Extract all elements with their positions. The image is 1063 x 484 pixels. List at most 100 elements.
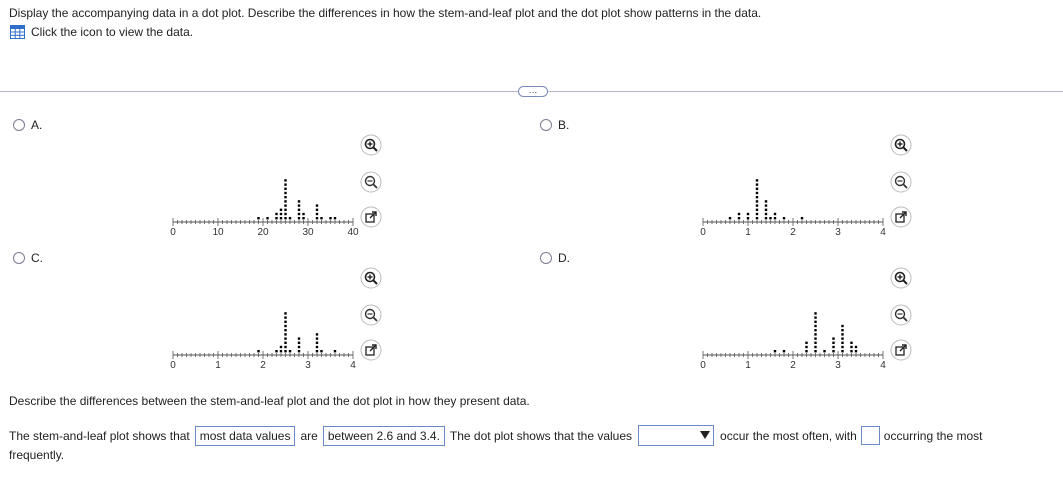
data-dot	[814, 337, 817, 340]
data-dot	[284, 217, 287, 220]
data-dot	[850, 345, 853, 349]
data-dot	[320, 350, 323, 353]
tick-label: 0	[170, 360, 176, 371]
data-dot	[284, 329, 287, 332]
data-dot	[315, 204, 319, 207]
option-a-label: A.	[31, 118, 43, 132]
data-table-icon[interactable]	[10, 25, 25, 39]
answer-part-2: are	[300, 428, 318, 443]
data-dot	[279, 345, 283, 349]
chevron-down-icon[interactable]	[700, 431, 711, 439]
data-dot	[814, 341, 817, 344]
option-d[interactable]: D.	[540, 251, 570, 265]
data-dot	[755, 217, 759, 220]
zoom-in-icon[interactable]	[890, 267, 912, 289]
data-dot	[764, 208, 768, 211]
data-dot	[755, 200, 759, 203]
data-dot	[746, 217, 750, 220]
data-dot	[288, 350, 292, 353]
tick-label: 3	[835, 227, 841, 238]
tick-label: 4	[880, 227, 886, 238]
tick-label: 10	[212, 227, 224, 238]
data-dot	[823, 350, 826, 353]
values-dropdown[interactable]	[638, 425, 715, 446]
radio-option-c[interactable]	[13, 252, 25, 264]
zoom-out-icon[interactable]	[890, 171, 912, 193]
data-dot	[284, 316, 287, 319]
data-dot	[814, 316, 817, 319]
data-dot	[284, 212, 287, 216]
data-dot	[832, 345, 835, 349]
open-external-icon[interactable]	[360, 339, 382, 361]
data-dot	[302, 212, 305, 216]
data-dot	[755, 212, 759, 216]
data-dot	[841, 341, 844, 344]
option-b[interactable]: B.	[540, 118, 569, 132]
zoom-out-icon[interactable]	[360, 304, 382, 326]
data-dot	[814, 320, 817, 323]
option-c[interactable]: C.	[13, 251, 43, 265]
answer-box-2[interactable]: between 2.6 and 3.4.	[322, 425, 445, 446]
data-dot	[841, 337, 844, 340]
zoom-out-icon[interactable]	[890, 304, 912, 326]
data-dot	[814, 312, 817, 315]
question-text: Display the accompanying data in a dot p…	[9, 6, 762, 20]
radio-option-b[interactable]	[540, 119, 552, 131]
tick-label: 0	[170, 227, 176, 238]
data-dot	[284, 183, 287, 186]
data-dot	[275, 217, 278, 220]
view-data-label[interactable]: Click the icon to view the data.	[31, 25, 193, 39]
data-dot	[814, 345, 817, 349]
more-button[interactable]: …	[518, 86, 548, 97]
radio-option-d[interactable]	[540, 252, 552, 264]
answer-box-1[interactable]: most data values	[194, 425, 296, 446]
data-dot	[297, 341, 301, 344]
view-data-link[interactable]: Click the icon to view the data.	[10, 25, 193, 39]
data-dot	[814, 333, 817, 336]
tick-label: 20	[257, 227, 269, 238]
data-dot	[315, 208, 319, 211]
tick-label: 0	[700, 360, 706, 371]
data-dot	[284, 196, 287, 199]
data-dot	[814, 324, 817, 328]
data-dot	[773, 350, 777, 353]
radio-option-a[interactable]	[13, 119, 25, 131]
data-dot	[850, 341, 853, 344]
zoom-in-icon[interactable]	[890, 134, 912, 156]
option-a[interactable]: A.	[13, 118, 42, 132]
open-external-icon[interactable]	[890, 339, 912, 361]
data-dot	[315, 350, 319, 353]
data-dot	[315, 217, 319, 220]
open-external-icon[interactable]	[890, 206, 912, 228]
data-dot	[805, 350, 808, 353]
tick-label: 4	[880, 360, 886, 371]
data-dot	[284, 341, 287, 344]
data-dot	[737, 212, 741, 216]
data-dot	[275, 212, 278, 216]
zoom-in-icon[interactable]	[360, 134, 382, 156]
data-dot	[284, 312, 287, 315]
data-dot	[814, 329, 817, 332]
data-dot	[315, 345, 319, 349]
option-c-label: C.	[31, 251, 43, 265]
tick-label: 1	[745, 360, 751, 371]
data-dot	[297, 200, 301, 203]
data-dot	[279, 350, 283, 353]
option-d-label: D.	[558, 251, 570, 265]
data-dot	[288, 217, 292, 220]
zoom-in-icon[interactable]	[360, 267, 382, 289]
data-dot	[275, 350, 278, 353]
data-dot	[841, 345, 844, 349]
tick-label: 30	[302, 227, 314, 238]
answer-blank-input[interactable]	[860, 426, 880, 445]
data-dot	[841, 324, 844, 328]
data-dot	[841, 333, 844, 336]
data-dot	[333, 217, 337, 220]
data-dot	[297, 345, 301, 349]
answer-part-4: occur the most often, with	[720, 428, 857, 443]
zoom-out-icon[interactable]	[360, 171, 382, 193]
open-external-icon[interactable]	[360, 206, 382, 228]
data-dot	[284, 337, 287, 340]
dot-plot-d: 0 1 2 3 4	[700, 267, 912, 371]
data-dot	[284, 191, 287, 195]
